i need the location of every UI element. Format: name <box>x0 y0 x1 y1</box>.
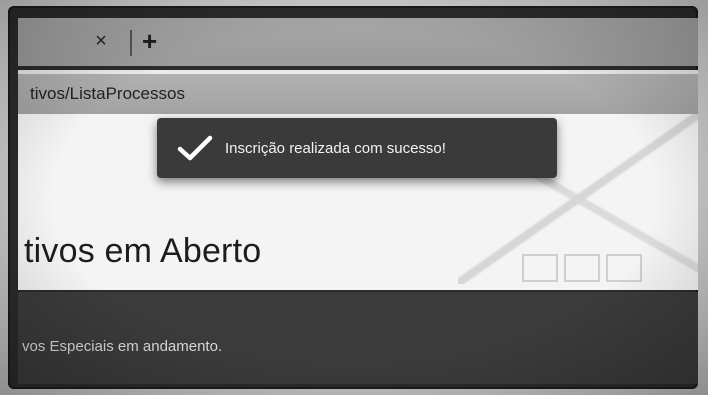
address-bar[interactable]: tivos/ListaProcessos <box>18 70 698 114</box>
checkmark-icon <box>177 135 213 161</box>
tab-close-icon[interactable]: × <box>92 31 110 51</box>
page-title: tivos em Aberto <box>24 232 262 270</box>
decorative-boxes <box>522 254 642 282</box>
page-footer: vos Especiais em andamento. <box>18 292 698 384</box>
decorative-box <box>522 254 558 282</box>
browser-tabbar: × + <box>18 18 698 66</box>
decorative-box <box>564 254 600 282</box>
footer-text: vos Especiais em andamento. <box>22 338 223 355</box>
new-tab-icon[interactable]: + <box>142 26 157 57</box>
decorative-box <box>606 254 642 282</box>
success-toast: Inscrição realizada com sucesso! <box>157 118 557 178</box>
url-text[interactable]: tivos/ListaProcessos <box>30 84 185 104</box>
tab-separator <box>130 30 132 56</box>
toast-message: Inscrição realizada com sucesso! <box>225 139 446 157</box>
